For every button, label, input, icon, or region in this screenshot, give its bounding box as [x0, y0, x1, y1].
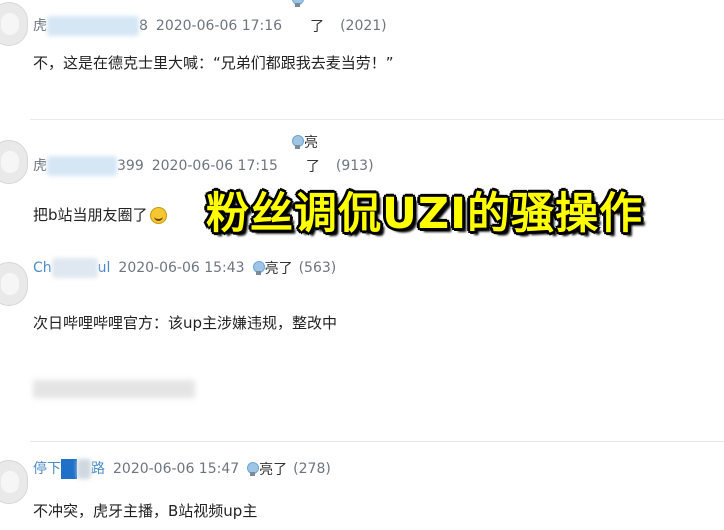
username[interactable]: Ch ul	[33, 258, 110, 278]
lightbulb-icon	[245, 461, 260, 477]
divider	[30, 441, 724, 442]
like-label[interactable]: 了	[310, 16, 324, 36]
like-top[interactable]: 亮	[290, 132, 318, 152]
username-prefix: 停下	[33, 461, 61, 477]
like-top-label: 亮	[304, 135, 318, 151]
username-prefix: 虎	[33, 18, 47, 34]
comment-meta: Ch ul 2020-06-06 15:43 亮了 (563)	[33, 258, 336, 278]
blurred-content	[33, 380, 195, 398]
comment-meta: 虎8 2020-06-06 17:16 了 (2021)	[33, 15, 387, 36]
username-blur	[47, 156, 117, 176]
lightbulb-icon	[290, 134, 304, 150]
username-suffix: ul	[97, 260, 111, 276]
like-top[interactable]	[290, 0, 304, 8]
lightbulb-icon	[251, 260, 265, 276]
avatar[interactable]	[0, 460, 28, 504]
like-label[interactable]: 亮了	[259, 459, 287, 479]
username-blur	[61, 459, 77, 479]
divider	[30, 119, 724, 120]
username-blur	[51, 258, 98, 278]
username[interactable]: 虎 399	[33, 155, 144, 176]
username[interactable]: 虎8	[33, 15, 148, 36]
username-suffix: 路	[91, 461, 105, 477]
like-count: (278)	[293, 460, 331, 477]
comment-meta: 停下 路 2020-06-06 15:47 亮了 (278)	[33, 458, 331, 479]
like-count: (563)	[298, 260, 337, 276]
username-prefix: Ch	[33, 260, 52, 276]
username-suffix: 399	[117, 158, 144, 174]
avatar[interactable]	[0, 140, 28, 184]
like-count: (913)	[335, 157, 374, 174]
comment-meta: 虎 399 2020-06-06 17:15 了 (913)	[33, 155, 374, 176]
comment-time: 2020-06-06 17:15	[151, 157, 278, 174]
comment-text: 次日哔哩哔哩官方：该up主涉嫌违规，整改中	[33, 314, 338, 332]
like-label[interactable]: 亮了	[265, 258, 293, 278]
username[interactable]: 停下 路	[33, 458, 105, 479]
comment-text: 不冲突，虎牙主播，B站视频up主	[33, 502, 258, 520]
comment-text-body: 把b站当朋友圈了	[33, 206, 148, 224]
comment-time: 2020-06-06 17:16	[155, 17, 283, 34]
comment-text: 不，这是在德克士里大喊：“兄弟们都跟我去麦当劳！”	[33, 54, 394, 72]
overlay-banner: 粉丝调侃UZI的骚操作	[206, 189, 644, 239]
comment-time: 2020-06-06 15:43	[118, 260, 245, 276]
like-count: (2021)	[340, 17, 387, 34]
like-label[interactable]: 了	[306, 156, 320, 176]
comment-time: 2020-06-06 15:47	[113, 460, 240, 477]
username-blur	[47, 16, 139, 36]
username-prefix: 虎	[33, 158, 47, 174]
avatar[interactable]	[0, 2, 28, 46]
username-blur	[77, 459, 91, 479]
smile-emoji-icon	[149, 207, 167, 224]
username-suffix: 8	[139, 18, 148, 34]
comment-text: 把b站当朋友圈了	[33, 204, 167, 225]
avatar[interactable]	[0, 262, 28, 306]
lightbulb-icon	[290, 0, 304, 8]
